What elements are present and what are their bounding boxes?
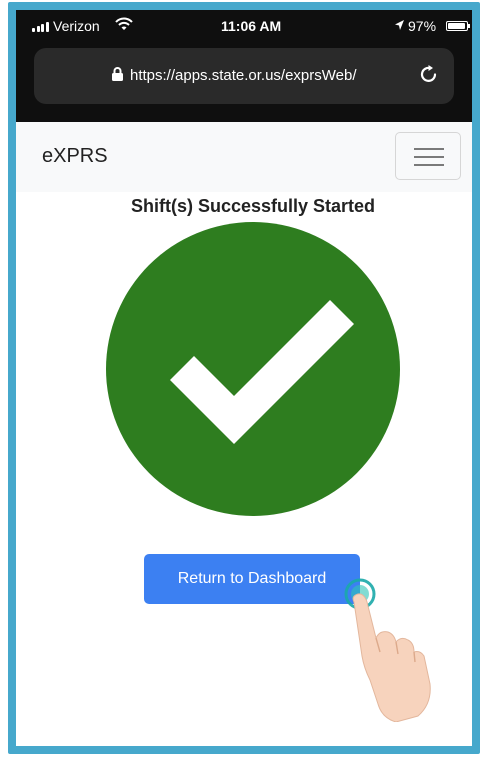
page-title: Shift(s) Successfully Started [130,196,376,216]
hamburger-menu-button[interactable] [395,132,461,180]
battery-percentage: 97% [408,18,437,34]
signal-icon [32,22,49,32]
url-text: https://apps.state.or.us/exprsWeb/ [130,67,357,84]
location-arrow-icon [395,20,404,30]
pointing-hand-icon [344,578,431,722]
status-bar: Verizon 11:06 AM 97% [16,10,472,42]
address-bar[interactable]: https://apps.state.or.us/exprsWeb/ [34,48,454,104]
carrier-label: Verizon [53,18,100,34]
hamburger-bar [414,164,444,166]
reload-icon[interactable] [418,63,440,85]
hamburger-bar [414,156,444,158]
return-to-dashboard-button[interactable]: Return to Dashboard [144,554,360,604]
hamburger-menu-icon [414,148,444,150]
battery-icon [446,21,470,31]
wifi-icon [115,17,133,30]
phone-screen: Verizon 11:06 AM 97% https://apps.state.… [16,10,472,746]
brand-logo-text[interactable]: eXPRS [42,145,108,168]
lock-icon [112,67,123,81]
status-time: 11:06 AM [221,18,282,34]
navbar: eXPRS [16,122,472,192]
check-circle-icon [106,222,400,516]
